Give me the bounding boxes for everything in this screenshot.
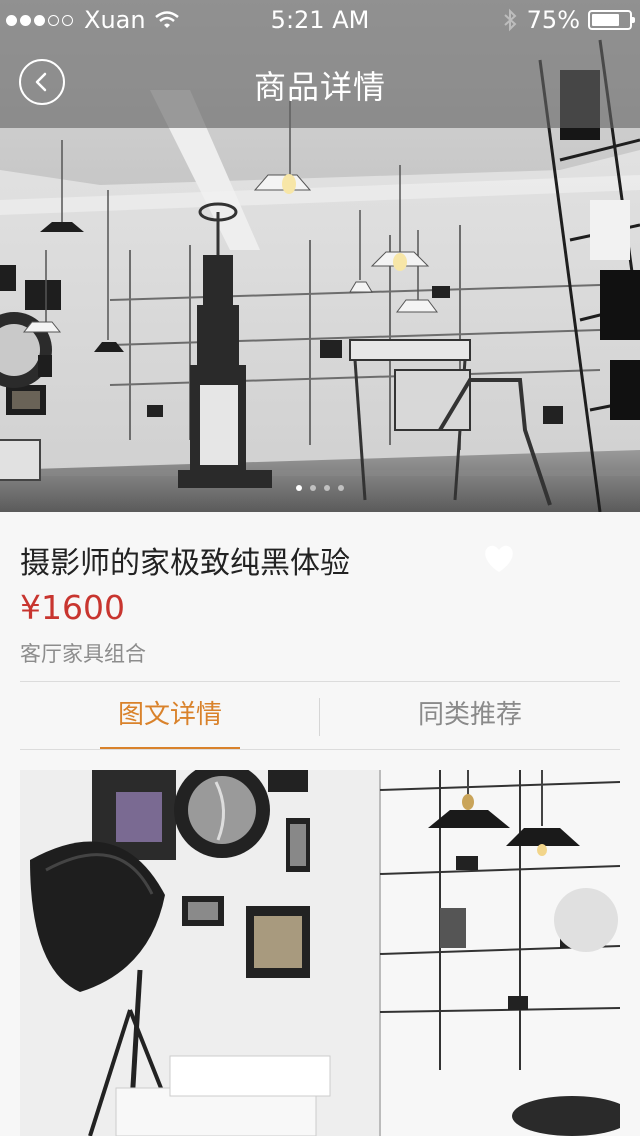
signal-dot bbox=[6, 14, 17, 26]
divider bbox=[20, 749, 620, 750]
status-bar: Xuan 5:21 AM 75% bbox=[0, 0, 640, 40]
status-right-group: 75% bbox=[503, 6, 635, 34]
signal-strength-icon bbox=[6, 14, 76, 26]
carousel-dot[interactable] bbox=[310, 485, 316, 491]
battery-percent: 75% bbox=[526, 6, 580, 34]
battery-fill bbox=[592, 14, 619, 26]
carrier-name: Xuan bbox=[84, 6, 146, 34]
wifi-icon bbox=[154, 10, 180, 30]
nav-bar: 商品详情 bbox=[0, 40, 640, 128]
signal-dot bbox=[48, 14, 59, 26]
product-category: 客厅家具组合 bbox=[20, 642, 146, 666]
tab-similar-recommendations[interactable]: 同类推荐 bbox=[320, 682, 620, 750]
product-price: ¥1600 bbox=[20, 588, 125, 627]
carousel-dot[interactable] bbox=[296, 485, 302, 491]
heart-icon bbox=[485, 545, 513, 572]
carrier-group: Xuan bbox=[6, 6, 180, 34]
tab-image-text-details[interactable]: 图文详情 bbox=[20, 682, 320, 750]
favorite-button[interactable] bbox=[482, 544, 516, 574]
signal-dot bbox=[62, 14, 73, 26]
carousel-dot[interactable] bbox=[338, 485, 344, 491]
carousel-indicator[interactable] bbox=[0, 485, 640, 491]
page-title: 商品详情 bbox=[253, 68, 386, 106]
signal-dot bbox=[20, 14, 31, 26]
detail-image[interactable] bbox=[20, 770, 620, 1136]
product-title: 摄影师的家极致纯黑体验 bbox=[20, 546, 350, 581]
bluetooth-icon bbox=[503, 8, 517, 32]
detail-tabs: 图文详情 同类推荐 bbox=[20, 682, 620, 750]
battery-icon bbox=[588, 10, 635, 30]
detail-room-illustration bbox=[20, 770, 620, 1136]
carousel-dot[interactable] bbox=[324, 485, 330, 491]
signal-dot bbox=[34, 14, 45, 26]
